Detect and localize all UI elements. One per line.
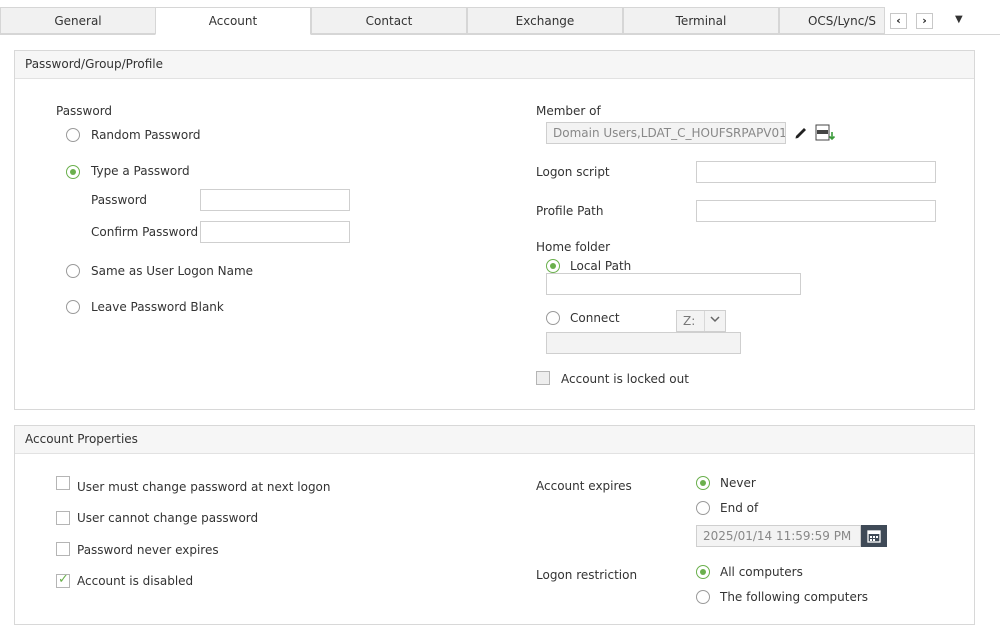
chevron-right-icon: › <box>922 14 927 27</box>
member-of-label: Member of <box>536 104 601 118</box>
edit-pencil-icon[interactable] <box>794 124 808 140</box>
caret-down-icon: ▼ <box>955 14 963 25</box>
connect-path-input <box>546 332 741 354</box>
cannot-change-password-checkbox[interactable] <box>56 511 70 525</box>
leave-blank-radio[interactable] <box>66 300 80 314</box>
tab-contact[interactable]: Contact <box>311 7 467 34</box>
tab-ocs[interactable]: OCS/Lync/S <box>779 7 885 34</box>
type-password-label[interactable]: Type a Password <box>91 164 190 178</box>
panel-title: Account Properties <box>15 426 974 454</box>
tab-general[interactable]: General <box>0 7 156 34</box>
locked-out-label: Account is locked out <box>561 372 689 386</box>
drive-letter-value: Z: <box>683 314 696 328</box>
tab-exchange[interactable]: Exchange <box>467 7 623 34</box>
profile-path-label: Profile Path <box>536 204 604 218</box>
all-computers-radio[interactable] <box>696 565 710 579</box>
type-password-radio[interactable] <box>66 165 80 179</box>
password-heading: Password <box>56 104 113 118</box>
drive-letter-select[interactable]: Z: <box>676 310 726 332</box>
random-password-radio[interactable] <box>66 128 80 142</box>
password-never-expires-checkbox[interactable] <box>56 542 70 556</box>
tab-account[interactable]: Account <box>155 7 311 35</box>
logon-restriction-label: Logon restriction <box>536 568 638 582</box>
expires-end-of-radio[interactable] <box>696 501 710 515</box>
connect-radio[interactable] <box>546 311 560 325</box>
home-folder-label: Home folder <box>536 240 611 254</box>
must-change-password-checkbox[interactable] <box>56 476 70 490</box>
confirm-password-label: Confirm Password <box>91 225 199 239</box>
leave-blank-label[interactable]: Leave Password Blank <box>91 300 224 314</box>
expires-end-of-label[interactable]: End of <box>720 501 758 515</box>
local-path-label[interactable]: Local Path <box>570 259 631 273</box>
expires-never-radio[interactable] <box>696 476 710 490</box>
tab-bar: General Account Contact Exchange Termina… <box>0 7 1000 35</box>
connect-label[interactable]: Connect <box>570 311 620 325</box>
tab-terminal[interactable]: Terminal <box>623 7 779 34</box>
account-expires-label: Account expires <box>536 479 632 493</box>
tab-divider <box>0 34 155 35</box>
local-path-input[interactable] <box>546 273 801 295</box>
must-change-password-label[interactable]: User must change password at next logon <box>77 480 331 494</box>
same-as-logon-radio[interactable] <box>66 264 80 278</box>
locked-out-checkbox <box>536 371 550 385</box>
chevron-left-icon: ‹ <box>896 14 901 27</box>
expiry-date-input: 2025/01/14 11:59:59 PM <box>696 525 861 547</box>
all-computers-label[interactable]: All computers <box>720 565 803 579</box>
tab-divider <box>311 34 1000 35</box>
calendar-button[interactable] <box>861 525 887 547</box>
local-path-radio[interactable] <box>546 259 560 273</box>
expires-never-label[interactable]: Never <box>720 476 756 490</box>
member-of-field: Domain Users,LDAT_C_HOUFSRPAPV01_ <box>546 122 786 144</box>
password-input[interactable] <box>200 189 350 211</box>
csv-export-icon[interactable] <box>815 124 837 142</box>
tab-scroll-right-button[interactable]: › <box>916 13 933 29</box>
password-never-expires-label[interactable]: Password never expires <box>77 543 219 557</box>
logon-script-label: Logon script <box>536 165 610 179</box>
check-icon: ✓ <box>58 572 69 587</box>
account-disabled-checkbox[interactable]: ✓ <box>56 572 70 588</box>
panel-title: Password/Group/Profile <box>15 51 974 79</box>
calendar-icon <box>867 530 881 543</box>
account-disabled-label[interactable]: Account is disabled <box>77 574 193 588</box>
tab-menu-button[interactable]: ▼ <box>955 14 963 25</box>
following-computers-label[interactable]: The following computers <box>720 590 868 604</box>
cannot-change-password-label[interactable]: User cannot change password <box>77 511 258 525</box>
same-as-logon-label[interactable]: Same as User Logon Name <box>91 264 253 278</box>
tab-scroll-left-button[interactable]: ‹ <box>890 13 907 29</box>
following-computers-radio[interactable] <box>696 590 710 604</box>
confirm-password-input[interactable] <box>200 221 350 243</box>
logon-script-input[interactable] <box>696 161 936 183</box>
password-label: Password <box>91 193 148 207</box>
profile-path-input[interactable] <box>696 200 936 222</box>
random-password-label[interactable]: Random Password <box>91 128 201 142</box>
chevron-down-icon <box>704 311 725 331</box>
